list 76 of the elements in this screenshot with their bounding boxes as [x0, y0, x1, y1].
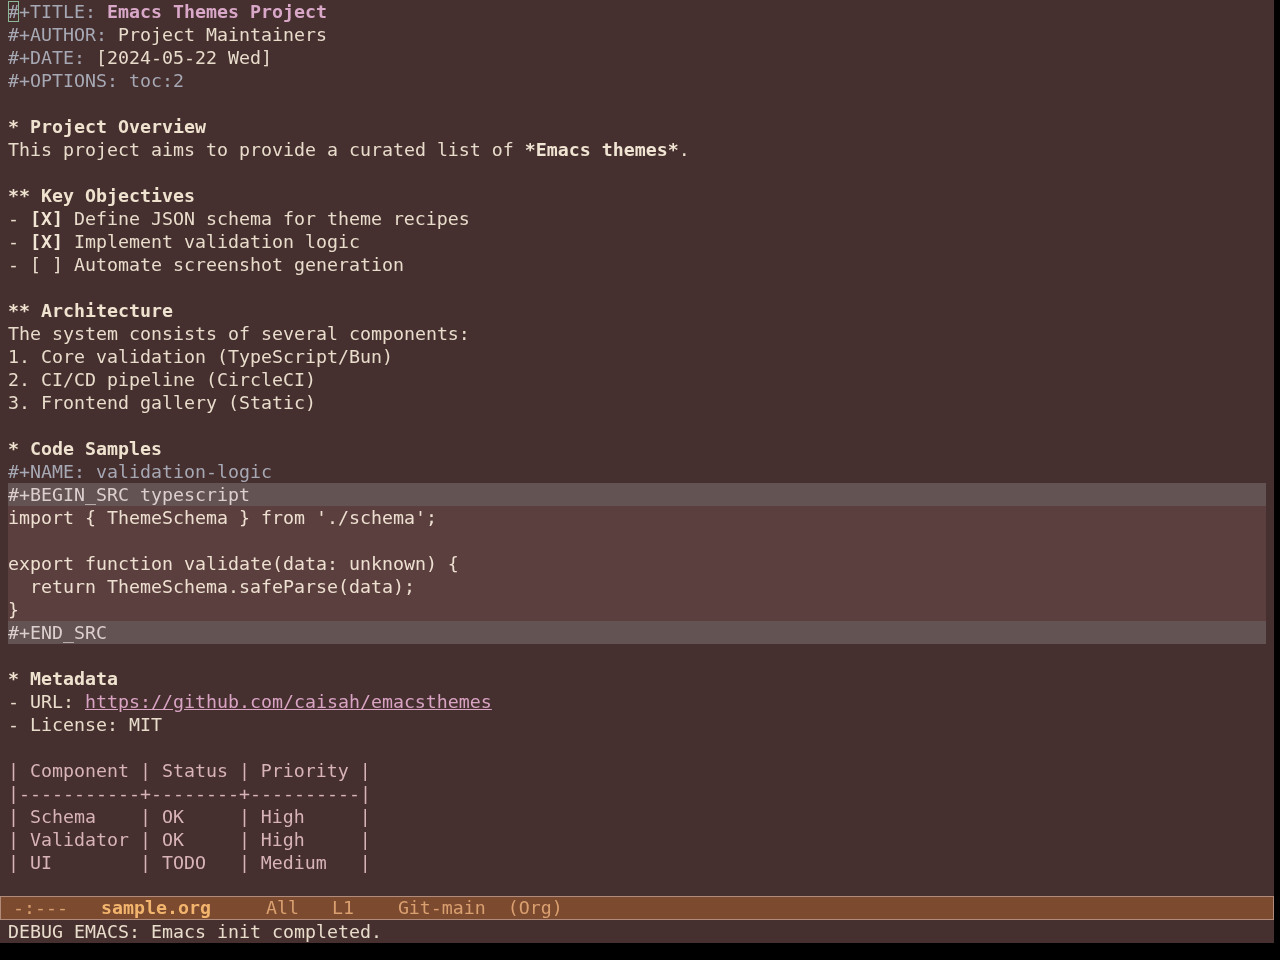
list-text: License: MIT [30, 714, 162, 735]
column-separator: | [238, 759, 250, 782]
column-separator: | [238, 805, 250, 828]
list-marker: - [8, 714, 19, 735]
column-separator: | [359, 828, 371, 851]
vc-branch: Git-main [397, 897, 486, 918]
list-marker: 1. [8, 346, 30, 367]
heading: * Project Overview [8, 116, 206, 137]
modified-status: -:--- [13, 897, 68, 918]
table-cell: Schema [29, 805, 96, 828]
buffer-name: sample.org [100, 897, 211, 918]
table-cell: OK [161, 828, 184, 851]
table-cell: OK [161, 805, 184, 828]
list-text: CI/CD pipeline (CircleCI) [41, 369, 316, 390]
table-rule: |-----------+--------+----------| [8, 782, 371, 805]
code-block-header: #+BEGIN_SRC typescript [8, 483, 1266, 506]
link-label: URL: [30, 691, 74, 712]
list-bullet: - [8, 691, 19, 712]
table-cell: High [260, 805, 305, 828]
link[interactable]: https://github.com/caisah/emacsthemes [84, 691, 492, 712]
checkbox[interactable]: [ ] [30, 254, 63, 275]
code-line: } [8, 599, 19, 620]
column-separator: | [238, 851, 250, 874]
table-cell: Medium [260, 851, 327, 874]
column-separator: | [8, 851, 19, 874]
table-cell: High [260, 828, 305, 851]
checkbox[interactable]: [X] [30, 231, 63, 252]
heading: * Code Samples [8, 438, 162, 459]
table-cell: UI [29, 851, 52, 874]
column-separator: | [238, 828, 250, 851]
column-separator: | [359, 851, 371, 874]
checkbox[interactable]: [X] [30, 208, 63, 229]
list-bullet: - [8, 254, 19, 275]
keyword-value: [2024-05-22 Wed] [95, 47, 272, 68]
heading: ** Architecture [8, 300, 173, 321]
column-separator: | [8, 759, 19, 782]
major-mode: (Org) [507, 897, 563, 918]
code-line: return ThemeSchema.safeParse(data); [29, 576, 415, 597]
column-separator: | [139, 805, 151, 828]
table-cell: TODO [161, 851, 206, 874]
checklist-text: Implement validation logic [73, 231, 360, 252]
list-text: Frontend gallery (Static) [41, 392, 316, 413]
heading: ** Key Objectives [8, 185, 195, 206]
paragraph-text: The system consists of several components: [8, 323, 470, 344]
table-cell: Validator [29, 828, 129, 851]
heading: * Metadata [8, 668, 118, 689]
list-bullet: - [8, 231, 19, 252]
document-title: Emacs Themes Project [106, 1, 327, 22]
column-separator: | [359, 759, 371, 782]
line-number: L1 [331, 897, 354, 918]
meta-line: #+OPTIONS: toc:2 [8, 70, 184, 91]
column-separator: | [139, 851, 151, 874]
table-header-cell: Priority [260, 759, 349, 782]
keyword-label: #+DATE: [8, 47, 85, 68]
list-text: Core validation (TypeScript/Bun) [41, 346, 393, 367]
echo-message: DEBUG EMACS: Emacs init completed. [8, 921, 382, 942]
code-line: export function validate(data: unknown) { [8, 553, 459, 574]
checklist-text: Automate screenshot generation [73, 254, 404, 275]
column-separator: | [359, 805, 371, 828]
table-header-cell: Component [29, 759, 129, 782]
checklist-text: Define JSON schema for theme recipes [73, 208, 470, 229]
list-bullet: - [8, 208, 19, 229]
code-line: import { ThemeSchema } from './schema'; [8, 507, 437, 528]
column-separator: | [8, 828, 19, 851]
column-separator: | [139, 759, 151, 782]
table-header-cell: Status [161, 759, 228, 782]
list-marker: 3. [8, 392, 30, 413]
keyword-value: Project Maintainers [117, 24, 327, 45]
buffer-position: All [265, 897, 299, 918]
meta-line: #+NAME: validation-logic [8, 461, 272, 482]
column-separator: | [8, 805, 19, 828]
keyword-label: #+AUTHOR: [8, 24, 107, 45]
code-block-footer: #+END_SRC [8, 621, 1266, 644]
list-marker: 2. [8, 369, 30, 390]
paragraph-text: This project aims to provide a curated list of *Emacs themes*. [8, 139, 690, 160]
column-separator: | [139, 828, 151, 851]
